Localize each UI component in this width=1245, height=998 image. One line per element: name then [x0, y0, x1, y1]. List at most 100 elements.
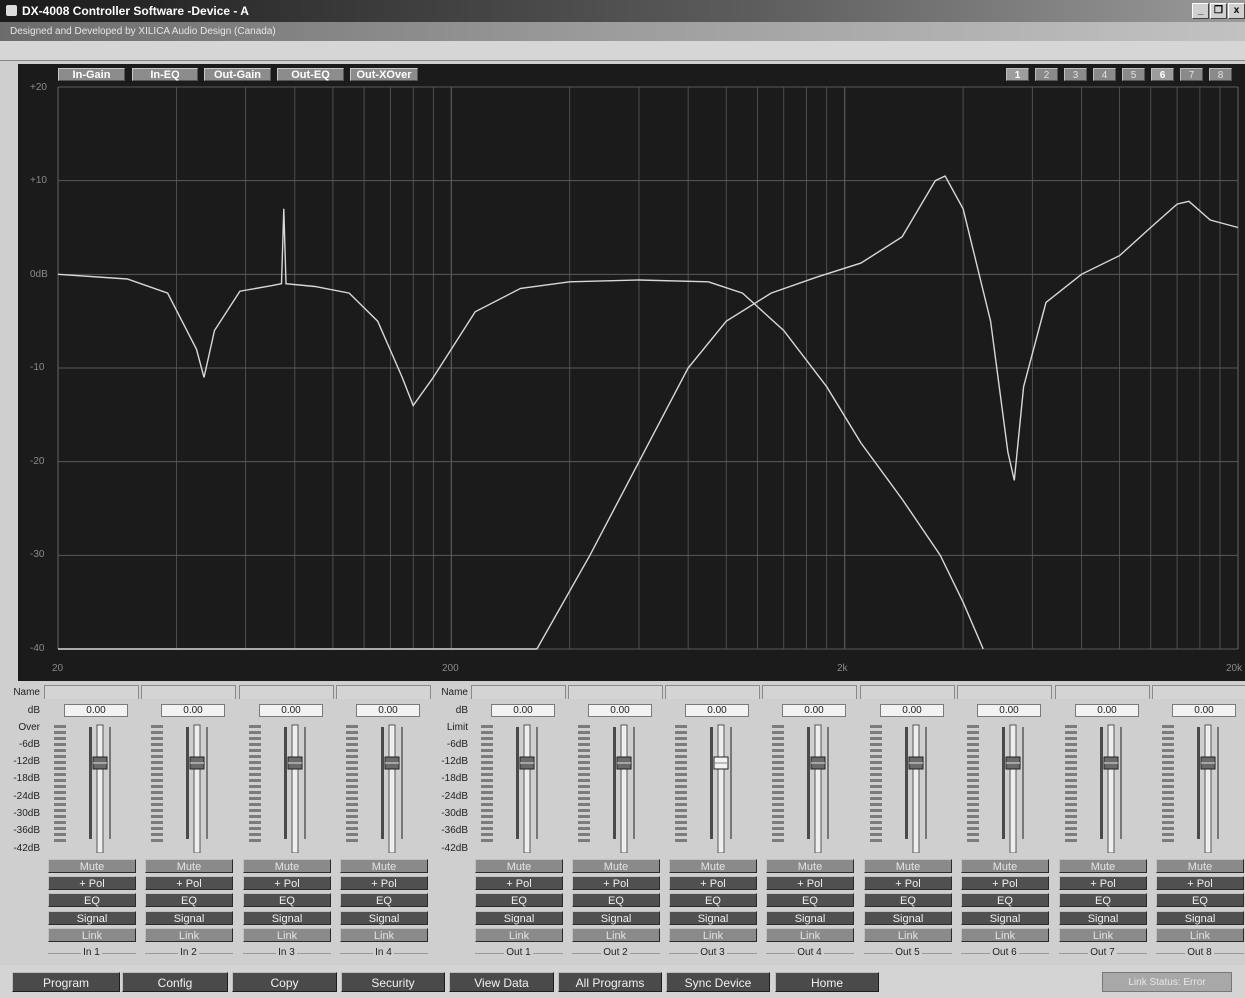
in-gain-button[interactable]: In-Gain: [58, 68, 125, 81]
gain-fader[interactable]: [1095, 723, 1127, 853]
pol-button[interactable]: + Pol: [243, 876, 331, 890]
channel-name-field[interactable]: [860, 685, 955, 699]
mute-button[interactable]: Mute: [145, 859, 233, 873]
signal-button[interactable]: Signal: [243, 911, 331, 925]
channel-name-field[interactable]: [568, 685, 663, 699]
security-button[interactable]: Security: [341, 972, 445, 992]
gain-value-field[interactable]: 0.00: [356, 704, 420, 717]
gain-fader[interactable]: [1192, 723, 1224, 853]
channel-name-field[interactable]: [762, 685, 857, 699]
program-button[interactable]: Program: [12, 972, 120, 992]
signal-button[interactable]: Signal: [340, 911, 428, 925]
gain-value-field[interactable]: 0.00: [782, 704, 846, 717]
channel-name-field[interactable]: [1055, 685, 1150, 699]
gain-value-field[interactable]: 0.00: [259, 704, 323, 717]
link-button[interactable]: Link: [48, 928, 136, 942]
pol-button[interactable]: + Pol: [572, 876, 660, 890]
mute-button[interactable]: Mute: [572, 859, 660, 873]
eq-button[interactable]: EQ: [1059, 893, 1147, 907]
preset-2-button[interactable]: 2: [1035, 68, 1058, 81]
eq-button[interactable]: EQ: [669, 893, 757, 907]
preset-4-button[interactable]: 4: [1093, 68, 1116, 81]
mute-button[interactable]: Mute: [475, 859, 563, 873]
eq-button[interactable]: EQ: [340, 893, 428, 907]
signal-button[interactable]: Signal: [864, 911, 952, 925]
copy-button[interactable]: Copy: [232, 972, 337, 992]
eq-button[interactable]: EQ: [961, 893, 1049, 907]
link-button[interactable]: Link: [1156, 928, 1244, 942]
gain-value-field[interactable]: 0.00: [588, 704, 652, 717]
home-button[interactable]: Home: [775, 972, 879, 992]
gain-value-field[interactable]: 0.00: [685, 704, 749, 717]
mute-button[interactable]: Mute: [243, 859, 331, 873]
preset-6-button[interactable]: 6: [1151, 68, 1174, 81]
mute-button[interactable]: Mute: [1059, 859, 1147, 873]
gain-fader[interactable]: [511, 723, 543, 853]
eq-button[interactable]: EQ: [864, 893, 952, 907]
gain-fader[interactable]: [279, 723, 311, 853]
out-gain-button[interactable]: Out-Gain: [204, 68, 271, 81]
gain-fader[interactable]: [84, 723, 116, 853]
restore-button[interactable]: ❐: [1210, 3, 1227, 19]
channel-name-field[interactable]: [44, 685, 139, 699]
signal-button[interactable]: Signal: [1059, 911, 1147, 925]
in-eq-button[interactable]: In-EQ: [132, 68, 198, 81]
link-button[interactable]: Link: [243, 928, 331, 942]
gain-fader[interactable]: [802, 723, 834, 853]
minimize-button[interactable]: _: [1192, 3, 1209, 19]
gain-value-field[interactable]: 0.00: [161, 704, 225, 717]
gain-fader[interactable]: [705, 723, 737, 853]
channel-name-field[interactable]: [141, 685, 236, 699]
pol-button[interactable]: + Pol: [48, 876, 136, 890]
eq-button[interactable]: EQ: [243, 893, 331, 907]
pol-button[interactable]: + Pol: [766, 876, 854, 890]
preset-7-button[interactable]: 7: [1180, 68, 1203, 81]
all-programs-button[interactable]: All Programs: [558, 972, 662, 992]
preset-3-button[interactable]: 3: [1064, 68, 1087, 81]
link-button[interactable]: Link: [340, 928, 428, 942]
eq-button[interactable]: EQ: [145, 893, 233, 907]
link-button[interactable]: Link: [766, 928, 854, 942]
link-button[interactable]: Link: [864, 928, 952, 942]
gain-fader[interactable]: [181, 723, 213, 853]
gain-value-field[interactable]: 0.00: [1172, 704, 1236, 717]
pol-button[interactable]: + Pol: [1059, 876, 1147, 890]
mute-button[interactable]: Mute: [766, 859, 854, 873]
eq-button[interactable]: EQ: [475, 893, 563, 907]
mute-button[interactable]: Mute: [961, 859, 1049, 873]
channel-name-field[interactable]: [336, 685, 431, 699]
channel-name-field[interactable]: [665, 685, 760, 699]
link-button[interactable]: Link: [572, 928, 660, 942]
signal-button[interactable]: Signal: [475, 911, 563, 925]
pol-button[interactable]: + Pol: [864, 876, 952, 890]
preset-8-button[interactable]: 8: [1209, 68, 1232, 81]
signal-button[interactable]: Signal: [572, 911, 660, 925]
channel-name-field[interactable]: [1152, 685, 1245, 699]
mute-button[interactable]: Mute: [864, 859, 952, 873]
out-eq-button[interactable]: Out-EQ: [277, 68, 344, 81]
channel-name-field[interactable]: [239, 685, 334, 699]
sync-device-button[interactable]: Sync Device: [666, 972, 770, 992]
gain-value-field[interactable]: 0.00: [1075, 704, 1139, 717]
signal-button[interactable]: Signal: [48, 911, 136, 925]
pol-button[interactable]: + Pol: [475, 876, 563, 890]
frequency-response-graph[interactable]: In-Gain In-EQ Out-Gain Out-EQ Out-XOver …: [18, 64, 1245, 681]
signal-button[interactable]: Signal: [145, 911, 233, 925]
channel-name-field[interactable]: [471, 685, 566, 699]
pol-button[interactable]: + Pol: [961, 876, 1049, 890]
gain-value-field[interactable]: 0.00: [64, 704, 128, 717]
gain-fader[interactable]: [376, 723, 408, 853]
pol-button[interactable]: + Pol: [340, 876, 428, 890]
signal-button[interactable]: Signal: [1156, 911, 1244, 925]
pol-button[interactable]: + Pol: [145, 876, 233, 890]
channel-name-field[interactable]: [957, 685, 1052, 699]
config-button[interactable]: Config: [122, 972, 228, 992]
out-xover-button[interactable]: Out-XOver: [350, 68, 418, 81]
view-data-button[interactable]: View Data: [449, 972, 554, 992]
eq-button[interactable]: EQ: [48, 893, 136, 907]
mute-button[interactable]: Mute: [48, 859, 136, 873]
eq-button[interactable]: EQ: [1156, 893, 1244, 907]
close-button[interactable]: x: [1228, 3, 1245, 19]
gain-value-field[interactable]: 0.00: [491, 704, 555, 717]
eq-button[interactable]: EQ: [766, 893, 854, 907]
